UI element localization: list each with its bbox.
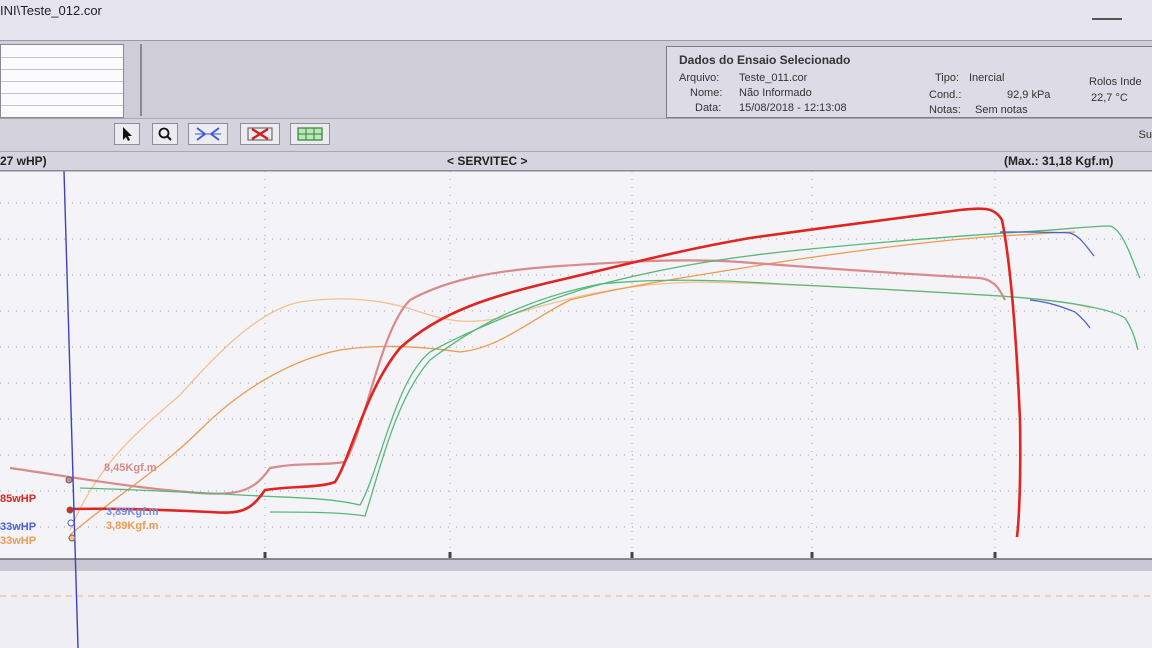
x-tick: [993, 552, 997, 558]
readout-label: 3,89Kgf.m: [106, 506, 159, 518]
curve-light-orange: [69, 281, 1091, 531]
chart-title: < SERVITEC >: [447, 154, 528, 168]
pointer-icon: [123, 127, 132, 141]
list-row-divider: [1, 105, 123, 106]
readout-label: 33wHP: [0, 535, 36, 547]
notas-value: Sem notas: [975, 104, 1028, 116]
selected-test-info: Dados do Ensaio Selecionado Arquivo: Tes…: [666, 46, 1152, 118]
tipo-value: Inercial: [969, 72, 1005, 84]
x-tick: [448, 552, 452, 558]
readout-label: 85wHP: [0, 493, 36, 505]
data-label: Data:: [695, 102, 722, 114]
cond-label: Cond.:: [929, 89, 962, 101]
cursor-marker: [67, 519, 75, 527]
cursor-line[interactable]: [63, 170, 79, 648]
max-readout: (Max.: 31,18 Kgf.m): [1004, 154, 1114, 168]
x-tick: [630, 552, 634, 558]
list-row-divider: [1, 69, 123, 70]
list-row-divider: [1, 81, 123, 82]
fit-button[interactable]: [188, 123, 228, 145]
arquivo-value: Teste_011.cor: [739, 72, 808, 84]
toolbar-right-text: Su: [1138, 129, 1152, 141]
lower-plot: [0, 571, 1152, 648]
zoom-icon: [158, 127, 172, 141]
window-titlebar: INI\Teste_012.cor: [0, 0, 1152, 40]
grid-icon: [297, 127, 323, 141]
pointer-button[interactable]: [114, 123, 140, 145]
chart-header: 27 wHP) < SERVITEC > (Max.: 31,18 Kgf.m): [0, 152, 1152, 171]
nome-value: Não Informado: [739, 87, 812, 99]
cursor-marker: [68, 534, 76, 542]
data-value: 15/08/2018 - 12:13:08: [739, 102, 847, 114]
nome-label: Nome:: [690, 87, 723, 99]
list-row-divider: [1, 57, 123, 58]
list-row-divider: [1, 93, 123, 94]
curve-blue: [999, 231, 1095, 329]
notas-label: Notas:: [929, 104, 961, 116]
x-tick: [810, 552, 814, 558]
readout-label: 33wHP: [0, 521, 36, 533]
cursor-marker: [65, 476, 73, 484]
cursor-readouts: 8,45Kgf.m 3,89Kgf.m 3,89Kgf.m 85wHP 33wHP 33w…: [0, 462, 159, 547]
curve-red: [69, 207, 1022, 538]
zoom-button[interactable]: [152, 123, 178, 145]
tipo-label: Tipo:: [935, 72, 960, 84]
curve-green-lower: [269, 279, 1139, 517]
curve-pink: [9, 259, 1006, 495]
fit-icon: [195, 127, 221, 141]
plot-grid: [0, 171, 1152, 559]
readout-label: 8,45Kgf.m: [104, 462, 157, 474]
rolos-label: Rolos Inde: [1089, 76, 1142, 88]
cursor-marker: [66, 506, 74, 514]
chart-toolbar: Su: [0, 118, 1152, 152]
window-title: INI\Teste_012.cor: [0, 3, 102, 18]
clear-button[interactable]: [240, 123, 280, 145]
middle-panel: [140, 44, 662, 116]
curve-orange: [69, 231, 1076, 536]
arquivo-label: Arquivo:: [679, 72, 720, 84]
grid-button[interactable]: [290, 123, 330, 145]
x-tick: [263, 552, 267, 558]
info-heading: Dados do Ensaio Selecionado: [679, 53, 851, 67]
minimize-icon[interactable]: [1092, 18, 1122, 20]
temperature-value: 22,7 °C: [1091, 92, 1128, 104]
chart-header-left: 27 wHP): [0, 154, 47, 168]
plot-background: [0, 171, 1152, 559]
test-list-box[interactable]: [0, 44, 124, 118]
cond-value: 92,9 kPa: [1007, 89, 1051, 101]
readout-label: 3,89Kgf.m: [106, 520, 159, 532]
curve-green-upper: [79, 225, 1141, 506]
clear-icon: [247, 127, 273, 141]
plot-separator: [0, 559, 1152, 571]
